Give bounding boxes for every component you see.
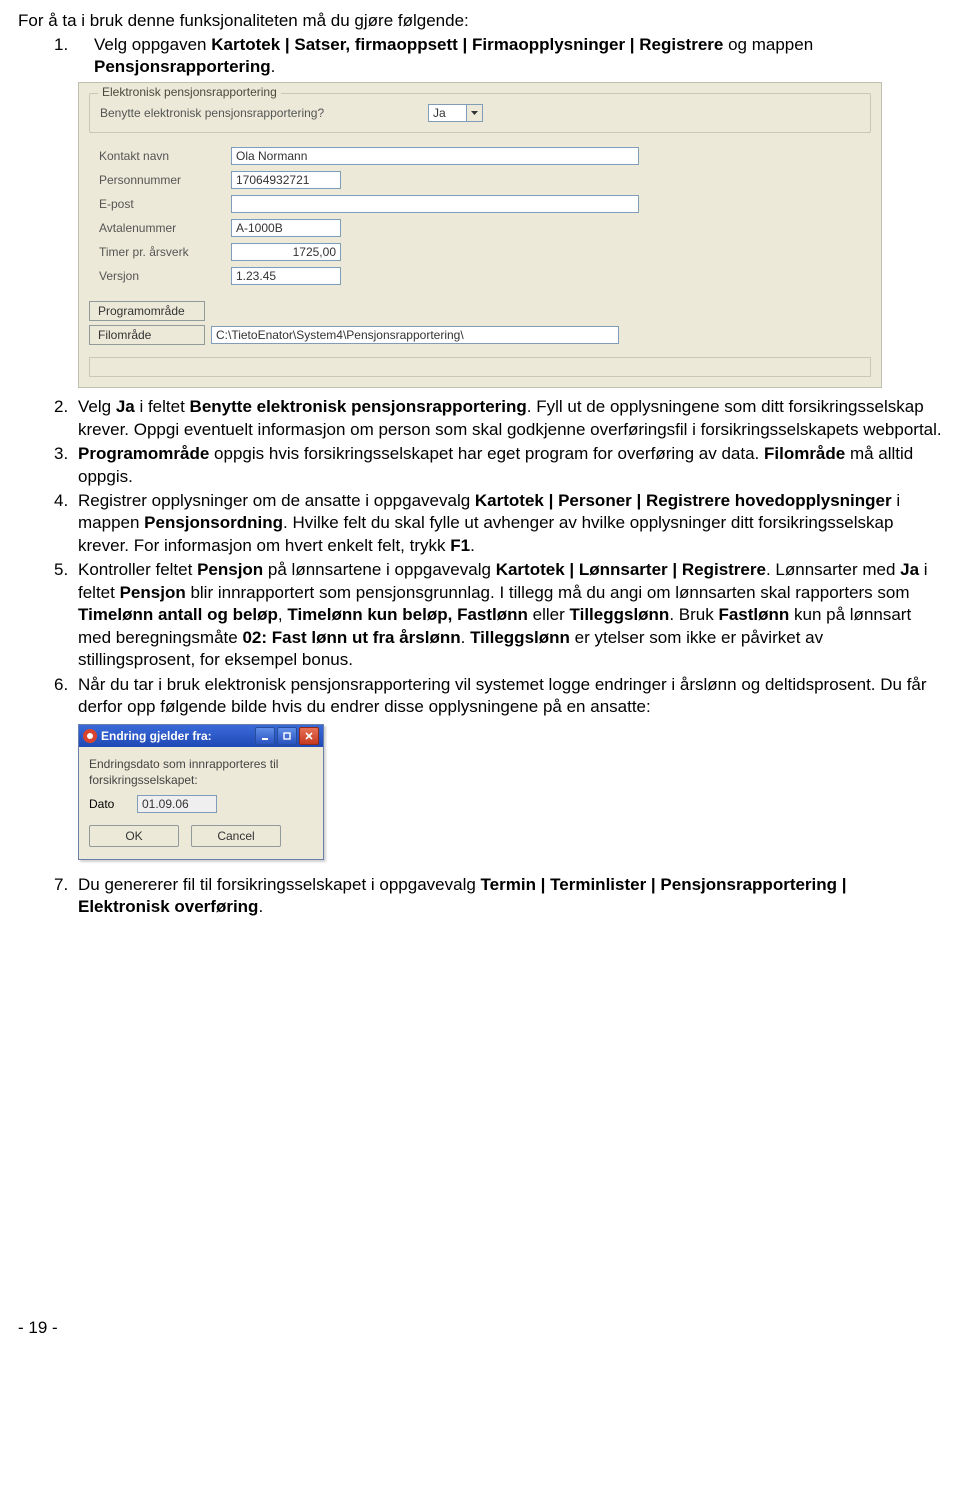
step-5: 5. Kontroller feltet Pensjon på lønnsart…	[18, 559, 942, 671]
close-icon[interactable]	[299, 727, 319, 745]
step-4: 4. Registrer opplysninger om de ansatte …	[18, 490, 942, 557]
group-title: Elektronisk pensjonsrapportering	[98, 85, 281, 99]
program-area-button[interactable]: Programområde	[89, 301, 205, 321]
file-area-input[interactable]	[211, 326, 619, 344]
step-7: 7. Du genererer fil til forsikringsselsk…	[18, 874, 942, 919]
timer-input[interactable]	[231, 243, 341, 261]
step-3: 3. Programområde oppgis hvis forsikrings…	[18, 443, 942, 488]
intro-text: For å ta i bruk denne funksjonaliteten m…	[18, 10, 942, 32]
chevron-down-icon[interactable]	[466, 104, 483, 122]
versjon-input[interactable]	[231, 267, 341, 285]
kontakt-input[interactable]	[231, 147, 639, 165]
step-1: 1. Velg oppgaven Kartotek | Satser, firm…	[54, 34, 942, 78]
use-electronic-dropdown[interactable]	[428, 104, 483, 122]
epost-label: E-post	[99, 197, 223, 211]
step-1-number: 1.	[54, 34, 68, 78]
personnummer-input[interactable]	[231, 171, 341, 189]
epost-input[interactable]	[231, 195, 639, 213]
step-2: 2. Velg Ja i feltet Benytte elektronisk …	[18, 396, 942, 441]
use-electronic-value[interactable]	[428, 104, 466, 122]
personnummer-label: Personnummer	[99, 173, 223, 187]
ok-button[interactable]: OK	[89, 825, 179, 847]
avtalenummer-input[interactable]	[231, 219, 341, 237]
dato-input[interactable]	[137, 795, 217, 813]
dialog-title: Endring gjelder fra:	[101, 729, 212, 743]
versjon-label: Versjon	[99, 269, 223, 283]
step-1-text: Velg oppgaven Kartotek | Satser, firmaop…	[94, 34, 942, 78]
dialog-label: Endringsdato som innrapporteres til fors…	[89, 757, 313, 788]
settings-panel: Elektronisk pensjonsrapportering Benytte…	[78, 82, 882, 388]
page-number: - 19 -	[18, 1318, 942, 1338]
pension-reporting-group: Elektronisk pensjonsrapportering Benytte…	[89, 93, 871, 133]
timer-label: Timer pr. årsverk	[99, 245, 223, 259]
titlebar: Endring gjelder fra:	[79, 725, 323, 747]
cancel-button[interactable]: Cancel	[191, 825, 281, 847]
kontakt-label: Kontakt navn	[99, 149, 223, 163]
file-area-button[interactable]: Filområde	[89, 325, 205, 345]
minimize-icon[interactable]	[255, 727, 275, 745]
maximize-icon[interactable]	[277, 727, 297, 745]
use-electronic-label: Benytte elektronisk pensjonsrapportering…	[100, 106, 420, 120]
avtalenummer-label: Avtalenummer	[99, 221, 223, 235]
app-icon	[83, 729, 97, 743]
change-effective-dialog: Endring gjelder fra: Endringsdato som in…	[78, 724, 324, 859]
step-6: 6. Når du tar i bruk elektronisk pensjon…	[18, 674, 942, 719]
dato-label: Dato	[89, 797, 129, 811]
